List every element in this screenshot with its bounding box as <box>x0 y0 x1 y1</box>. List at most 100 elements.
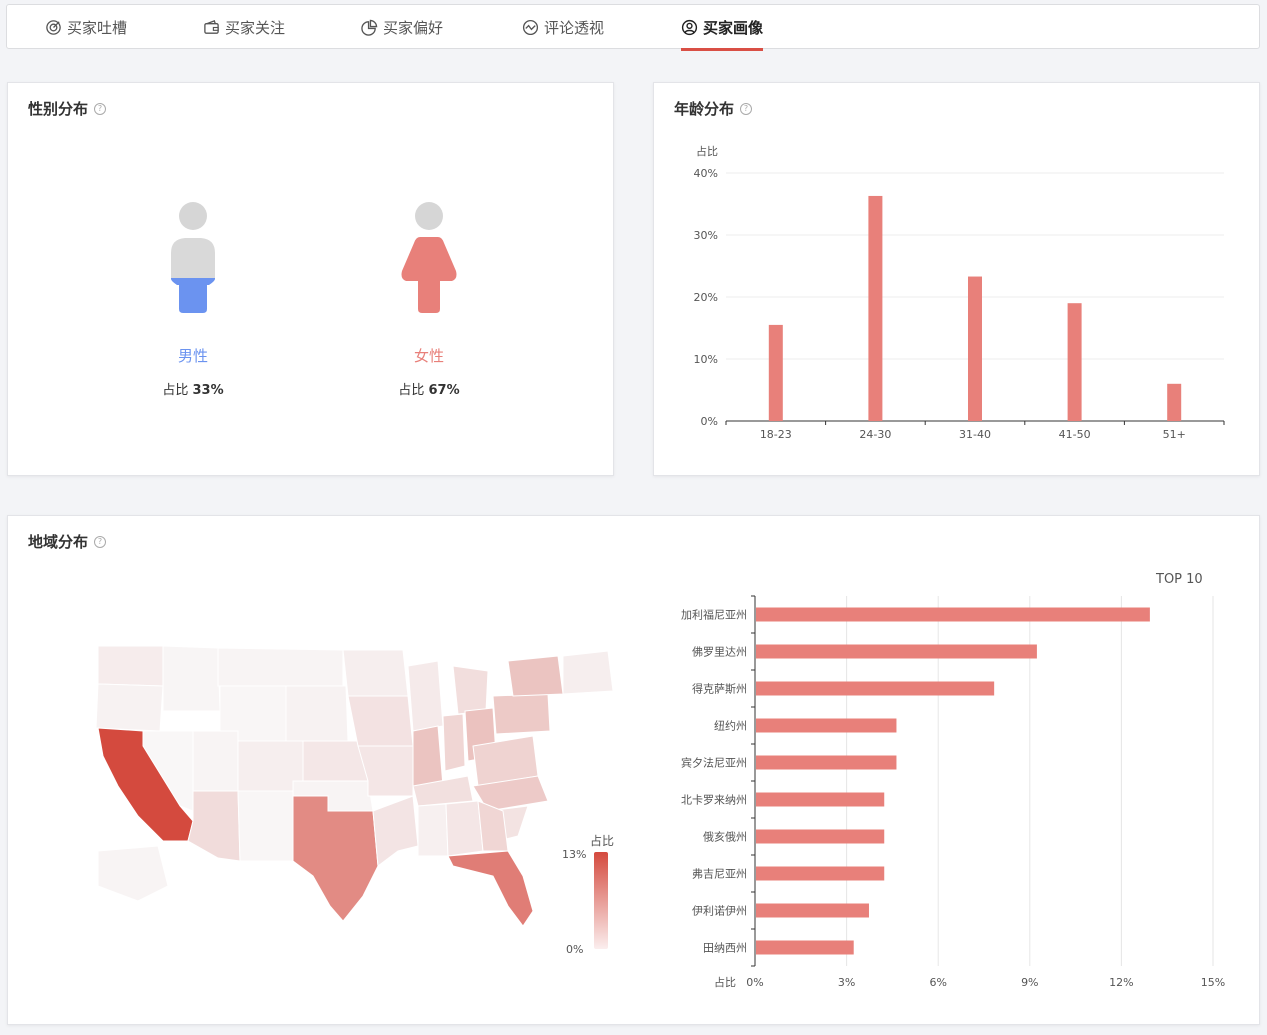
y-tick-label: 0% <box>701 415 718 428</box>
region-bar-0 <box>756 607 1150 622</box>
region-bar-6 <box>756 829 885 844</box>
male-percentage: 占比 33% <box>162 383 224 398</box>
state-utah <box>192 730 239 792</box>
x-tick-label: 9% <box>1021 976 1038 989</box>
trend-icon <box>522 19 539 36</box>
y-tick-label: 伊利诺伊州 <box>692 905 747 918</box>
region-top10-bar-chart: 0% 3% 6% 9% 12% 15% 占比 加利福尼亚州佛罗里达州得克萨斯州纽约州宾夕法尼亚… <box>681 595 1225 989</box>
tab-label: 买家吐槽 <box>67 19 128 37</box>
state-alabama <box>445 800 484 857</box>
legend-min-label: 0% <box>566 943 584 956</box>
age-card: 年龄分布 ? 占比 0% 10% 20% 30% 40% 18-23 24-30 31-40 41… <box>653 82 1260 476</box>
tab-bar: 买家吐槽 买家关注 买家偏好 评论透视 买家画像 <box>6 4 1260 51</box>
legend-max-label: 13% <box>562 848 587 861</box>
region-bar-1 <box>756 644 1037 659</box>
y-tick-label: 宾夕法尼亚州 <box>681 756 747 770</box>
tab-label: 买家画像 <box>703 19 764 37</box>
y-tick-label: 20% <box>694 291 718 304</box>
tab-label: 买家偏好 <box>383 19 444 37</box>
x-tick-label: 15% <box>1201 976 1225 989</box>
x-tick-label: 18-23 <box>760 428 792 441</box>
age-bar-chart: 占比 0% 10% 20% 30% 40% 18-23 24-30 31-40 41-50 51+ <box>694 144 1225 441</box>
region-card: 地域分布 ? 占比 13% 0% TOP 10 0% 3% 6% 9% 12% … <box>7 515 1260 1025</box>
state-new-mexico <box>237 790 294 862</box>
state-new-york <box>507 655 564 697</box>
y-tick-label: 10% <box>694 353 718 366</box>
y-tick-label: 佛罗里达州 <box>692 646 747 659</box>
age-bar-41-50 <box>1067 303 1082 421</box>
legend-title: 占比 <box>590 834 615 848</box>
state-indiana <box>442 713 466 772</box>
y-tick-label: 纽约州 <box>714 719 747 733</box>
gender-title: 性别分布 ? <box>28 98 107 119</box>
target-icon <box>46 20 61 35</box>
gender-card: 性别分布 ? 男性 占比 33% 女性 占比 67% <box>7 82 614 476</box>
x-tick-label: 41-50 <box>1059 428 1091 441</box>
state-new-england <box>562 650 614 695</box>
tab-review-insight[interactable]: 评论透视 <box>522 5 604 50</box>
age-bar-24-30 <box>868 195 883 421</box>
y-tick-label: 加利福尼亚州 <box>681 608 747 622</box>
male-figure-icon <box>171 202 215 313</box>
x-axis-label: 占比 <box>714 975 736 989</box>
state-illinois <box>412 725 444 787</box>
region-bar-7 <box>756 866 885 881</box>
region-bar-5 <box>756 792 885 807</box>
age-bar-51+ <box>1167 383 1182 421</box>
state-arizona <box>187 790 241 862</box>
tab-label: 买家关注 <box>225 19 286 37</box>
state-florida <box>447 850 534 927</box>
region-bar-8 <box>756 903 869 918</box>
legend-gradient[interactable] <box>594 852 608 949</box>
state-south-dakota <box>285 685 349 742</box>
state-oregon <box>95 683 164 732</box>
tab-label: 评论透视 <box>544 19 605 37</box>
x-tick-label: 12% <box>1109 976 1133 989</box>
age-bar-31-40 <box>968 276 982 421</box>
state-mississippi <box>417 803 449 857</box>
tab-buyer-preference[interactable]: 买家偏好 <box>361 5 443 50</box>
user-circle-icon <box>681 19 698 36</box>
y-tick-label: 弗吉尼亚州 <box>692 867 747 881</box>
age-bar-18-23 <box>768 324 783 421</box>
female-label: 女性 <box>413 347 444 365</box>
x-tick-label: 0% <box>746 976 763 989</box>
tab-buyer-complaints[interactable]: 买家吐槽 <box>45 5 127 50</box>
x-tick-label: 51+ <box>1163 428 1186 441</box>
y-tick-label: 俄亥俄州 <box>703 830 747 844</box>
state-wisconsin <box>407 660 444 732</box>
top10-label: TOP 10 <box>1156 572 1203 587</box>
x-tick-label: 6% <box>929 976 946 989</box>
y-tick-label: 田纳西州 <box>703 942 747 955</box>
region-bar-4 <box>756 755 897 770</box>
female-figure-icon <box>401 202 457 313</box>
tab-buyer-profile[interactable]: 买家画像 <box>681 5 764 51</box>
male-label: 男性 <box>177 347 208 365</box>
state-idaho-montana <box>162 645 221 712</box>
state-pennsylvania <box>492 693 551 735</box>
region-bar-9 <box>756 940 854 955</box>
female-percentage: 占比 67% <box>398 383 460 398</box>
state-texas <box>292 795 379 922</box>
state-iowa-missouri <box>347 695 414 747</box>
help-icon[interactable]: ? <box>94 102 107 115</box>
y-axis-label: 占比 <box>696 144 718 158</box>
region-title: 地域分布 ? <box>28 531 107 552</box>
state-louisiana <box>372 795 419 867</box>
us-choropleth-map <box>95 645 614 927</box>
state-washington <box>97 645 164 687</box>
state-minnesota <box>342 649 409 697</box>
y-tick-label: 得克萨斯州 <box>692 683 747 696</box>
state-montana-north-dakota <box>217 647 344 687</box>
state-alaska <box>97 845 169 902</box>
x-tick-label: 31-40 <box>959 428 991 441</box>
x-tick-label: 24-30 <box>859 428 891 441</box>
x-tick-label: 3% <box>838 976 855 989</box>
tab-buyer-attention[interactable]: 买家关注 <box>203 5 285 50</box>
y-tick-label: 40% <box>694 167 718 180</box>
y-tick-label: 30% <box>694 229 718 242</box>
region-bar-2 <box>756 681 995 696</box>
wallet-icon <box>204 20 219 34</box>
help-icon[interactable]: ? <box>94 535 107 548</box>
state-michigan <box>452 665 489 715</box>
